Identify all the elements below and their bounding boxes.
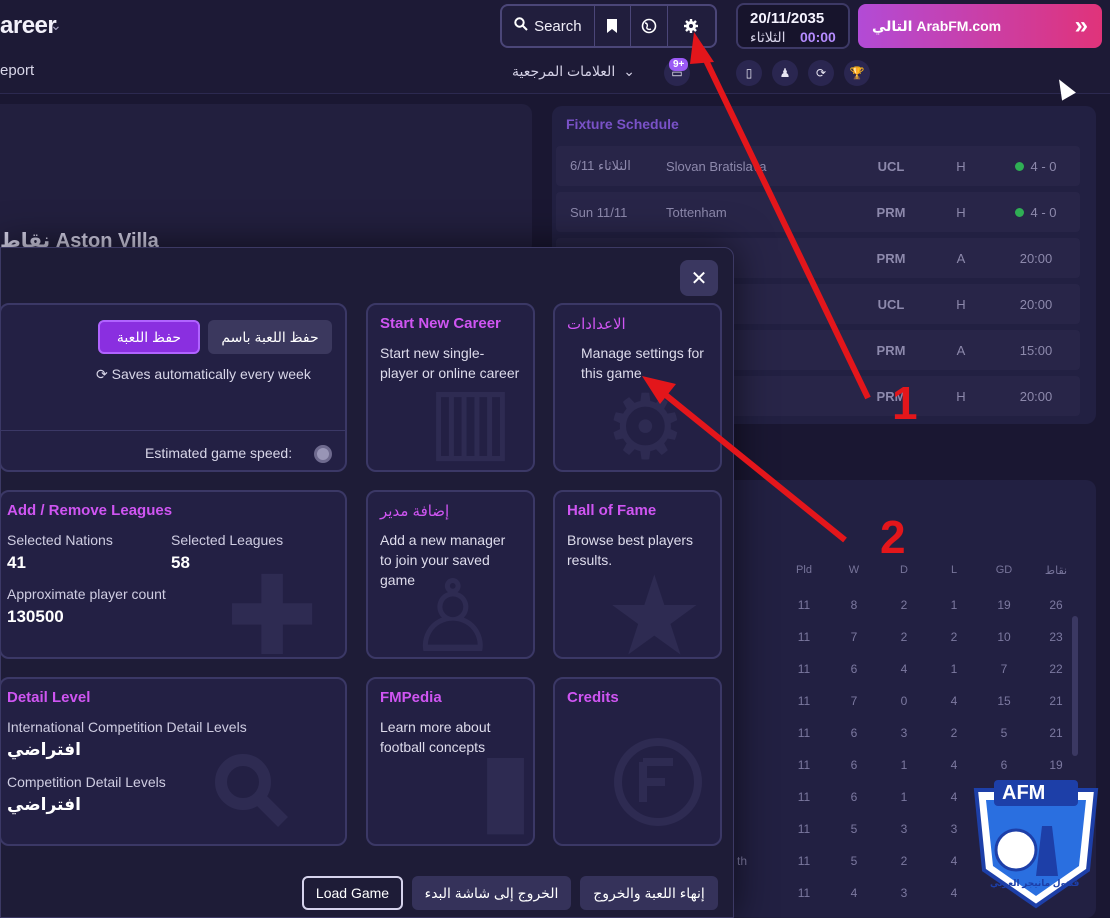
afm-text: AFM — [1002, 782, 1046, 804]
afm-subtext: فتتول مانيجر العربي — [990, 878, 1080, 888]
arrow-head-1 — [690, 32, 714, 64]
annotation-arrows — [642, 32, 871, 543]
annotation-number-1: 1 — [892, 377, 918, 429]
annotation-number-2: 2 — [880, 511, 906, 563]
afm-logo: AFM فتتول مانيجر العربي — [966, 770, 1106, 910]
